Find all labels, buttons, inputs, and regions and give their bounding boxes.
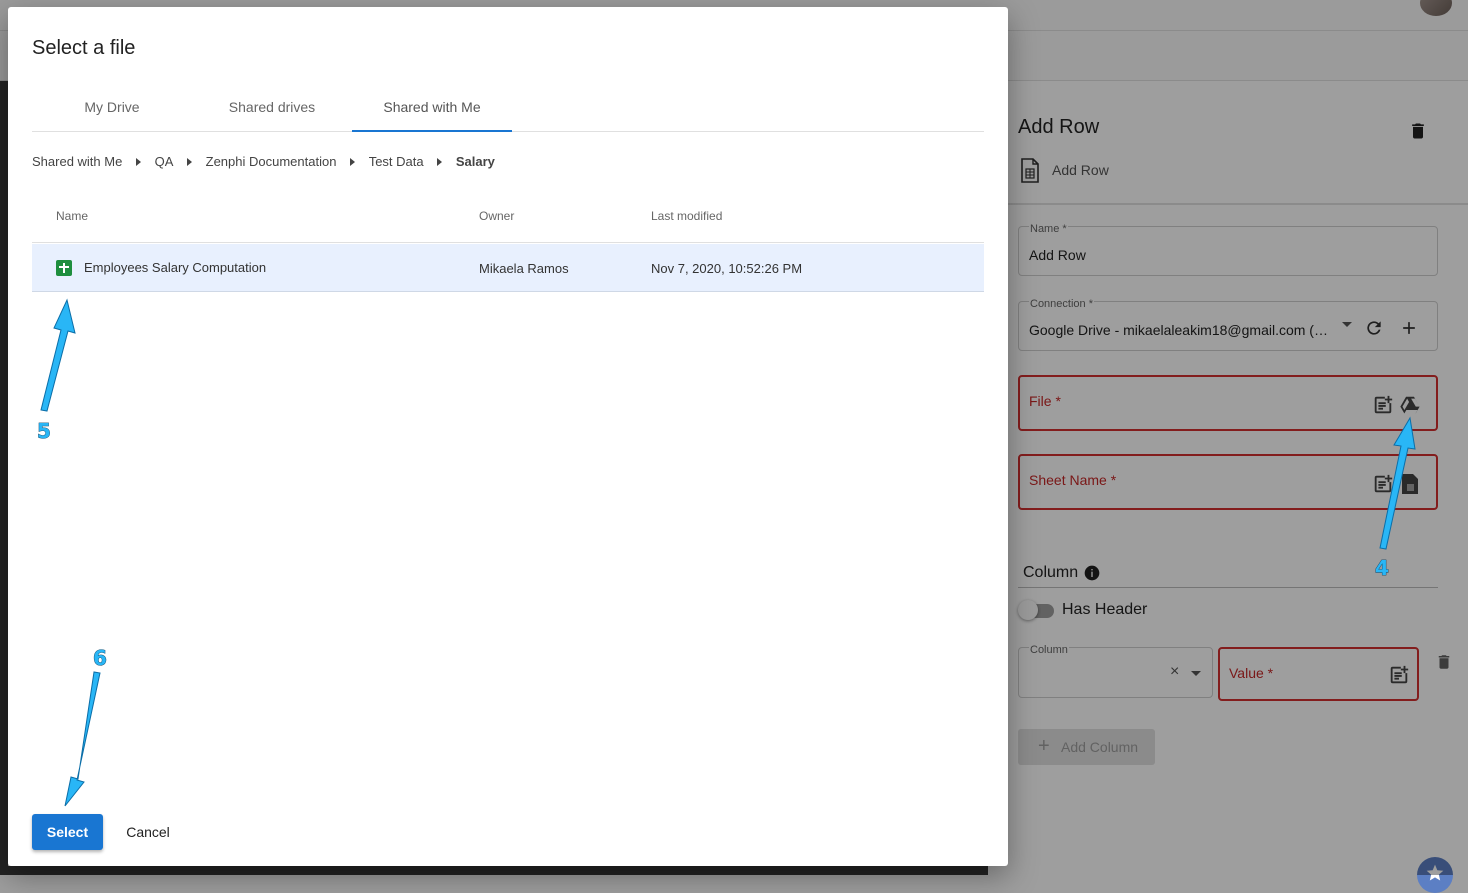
annotation-arrow-4: 4	[1375, 416, 1416, 580]
tutorial-annotations: 4 5 6	[37, 298, 1416, 807]
annotation-label-5: 5	[37, 419, 51, 443]
annotation-label-4: 4	[1375, 556, 1389, 580]
annotation-arrow-6: 6	[64, 646, 107, 807]
annotation-arrow-5: 5	[37, 298, 76, 443]
annotation-label-6: 6	[93, 646, 107, 670]
